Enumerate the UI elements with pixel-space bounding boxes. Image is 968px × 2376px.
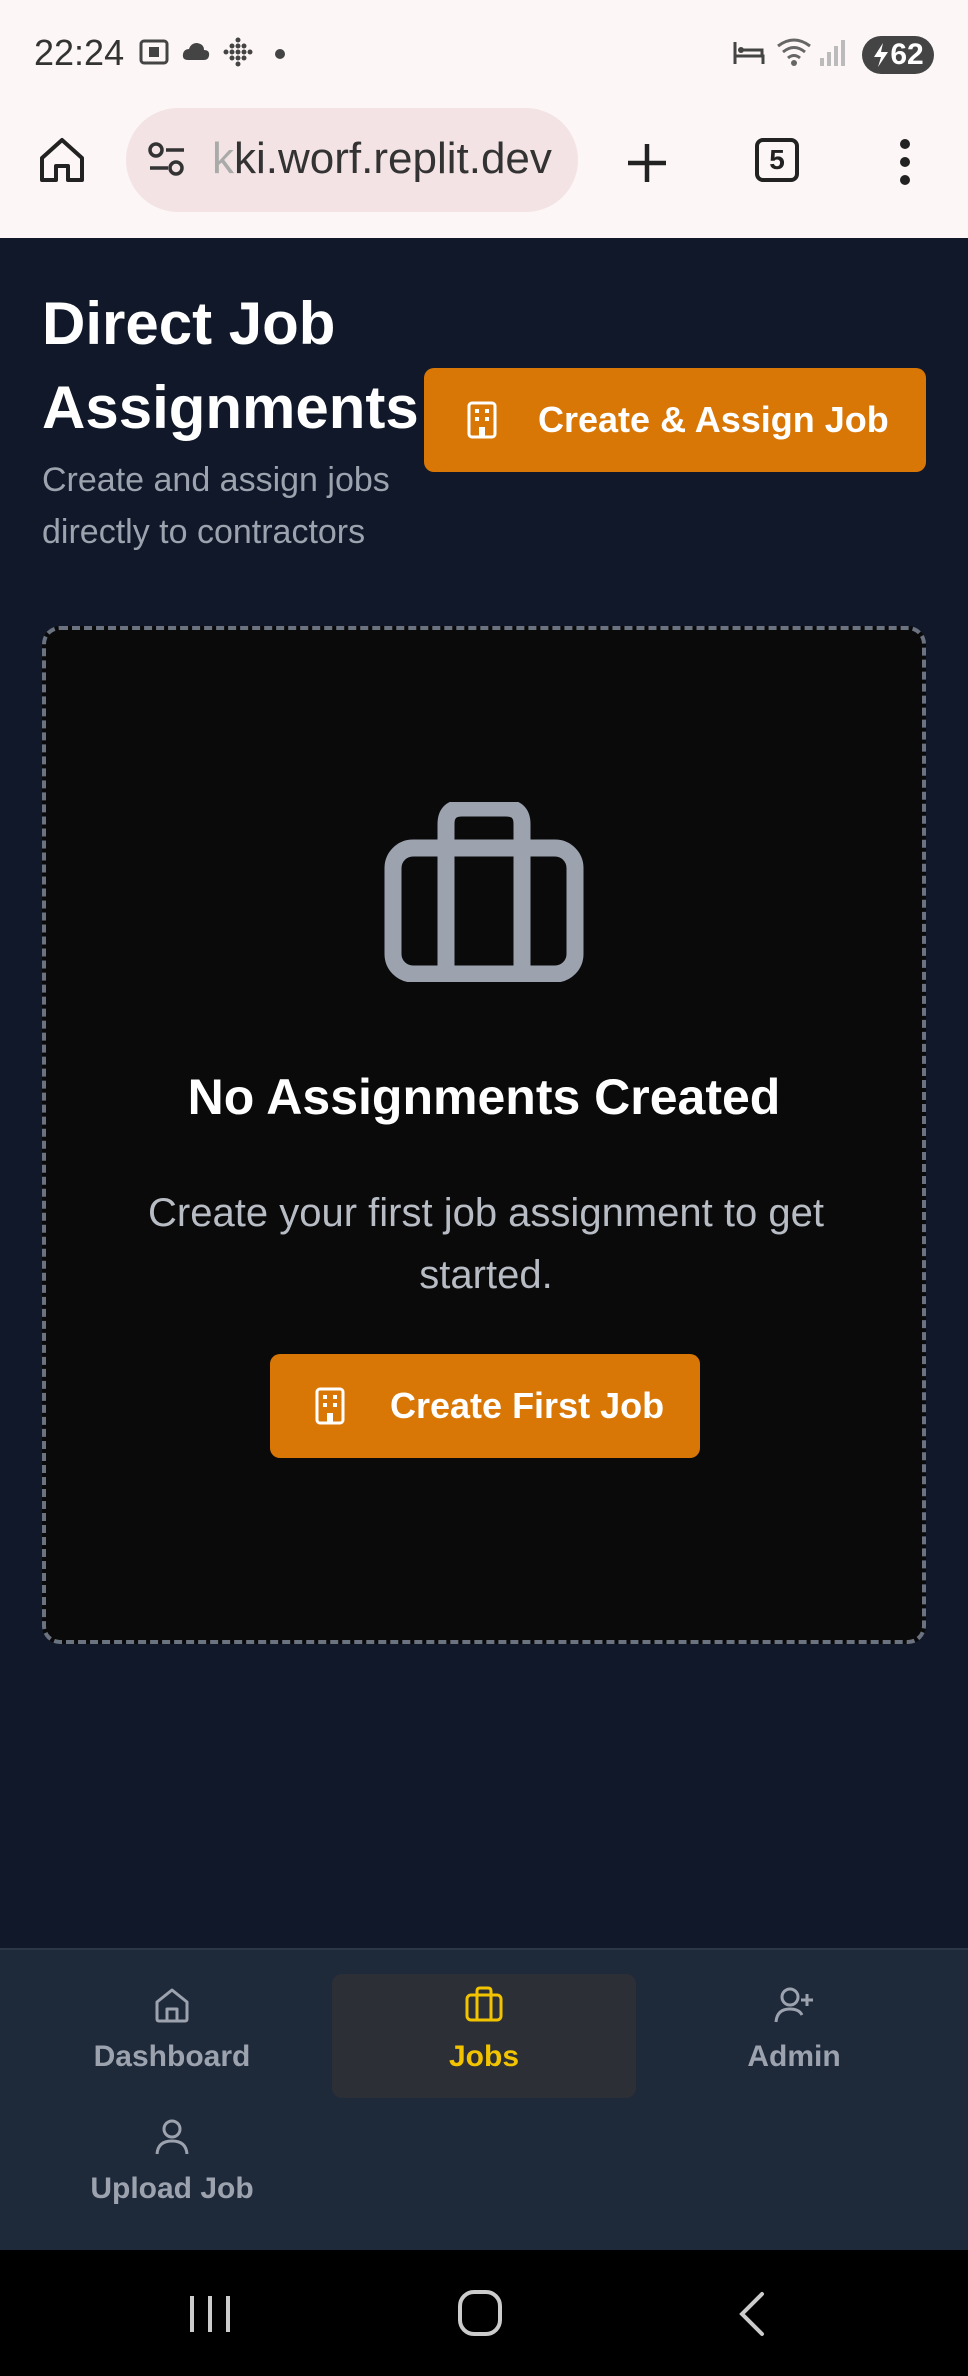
nav-item-label: Upload Job xyxy=(90,2172,254,2205)
nav-item-dashboard[interactable]: Dashboard xyxy=(72,1984,272,2074)
nav-item-label: Jobs xyxy=(448,2040,520,2073)
charging-icon xyxy=(874,43,889,67)
nav-item-upload-job[interactable]: Upload Job xyxy=(72,2116,272,2206)
bottom-nav: Dashboard Jobs Admin Upload Job xyxy=(0,1948,968,2252)
url-text: kki.worf.replit.dev xyxy=(212,134,552,184)
create-first-job-button[interactable]: Create First Job xyxy=(270,1354,700,1458)
system-nav-bar xyxy=(0,2250,968,2376)
screenshot-icon xyxy=(139,39,169,65)
page-content: Direct Job Assignments Create and assign… xyxy=(0,238,968,1948)
home-icon[interactable] xyxy=(36,134,88,186)
create-assign-job-label: Create & Assign Job xyxy=(538,399,889,440)
tab-switcher-button[interactable]: 5 xyxy=(755,138,799,182)
recent-apps-icon[interactable] xyxy=(186,2290,234,2338)
create-assign-job-button[interactable]: Create & Assign Job xyxy=(424,368,926,472)
dots-icon xyxy=(223,37,253,67)
new-tab-icon[interactable] xyxy=(624,140,670,186)
building-icon xyxy=(467,401,497,439)
nav-item-jobs[interactable]: Jobs xyxy=(332,1974,636,2098)
briefcase-icon xyxy=(465,1986,503,2022)
nav-item-label: Dashboard xyxy=(93,2040,251,2073)
empty-state-card: No Assignments Created Create your first… xyxy=(42,626,926,1644)
wifi-icon xyxy=(777,38,811,66)
building-icon xyxy=(315,1387,345,1425)
browser-toolbar: kki.worf.replit.dev 5 xyxy=(0,106,968,239)
notification-dot-icon xyxy=(275,49,285,59)
more-menu-icon[interactable] xyxy=(890,136,920,188)
back-icon[interactable] xyxy=(732,2290,772,2338)
page-title: Direct Job Assignments xyxy=(42,290,419,441)
empty-state-title: No Assignments Created xyxy=(187,1069,781,1125)
empty-state-description: Create your first job assignment to get … xyxy=(148,1191,824,1297)
status-bar: 22:24 62 xyxy=(0,0,968,106)
site-settings-icon[interactable] xyxy=(146,140,188,180)
page-subtitle: Create and assign jobs directly to contr… xyxy=(42,461,390,551)
user-plus-icon xyxy=(774,1987,813,2023)
home-button-icon[interactable] xyxy=(456,2288,504,2338)
bed-icon xyxy=(733,42,765,64)
home-icon xyxy=(155,1988,189,2023)
create-first-job-label: Create First Job xyxy=(390,1385,665,1426)
signal-icon xyxy=(820,40,845,66)
url-visible: ki.worf.replit.dev xyxy=(234,134,552,183)
nav-item-admin[interactable]: Admin xyxy=(694,1984,894,2074)
nav-item-label: Admin xyxy=(747,2040,841,2073)
status-time: 22:24 xyxy=(34,32,125,73)
cloud-icon xyxy=(182,43,210,60)
url-fade: k xyxy=(212,134,234,183)
briefcase-icon xyxy=(384,802,584,982)
battery-indicator: 62 xyxy=(862,36,934,74)
user-icon xyxy=(155,2119,189,2155)
battery-level: 62 xyxy=(890,38,924,71)
